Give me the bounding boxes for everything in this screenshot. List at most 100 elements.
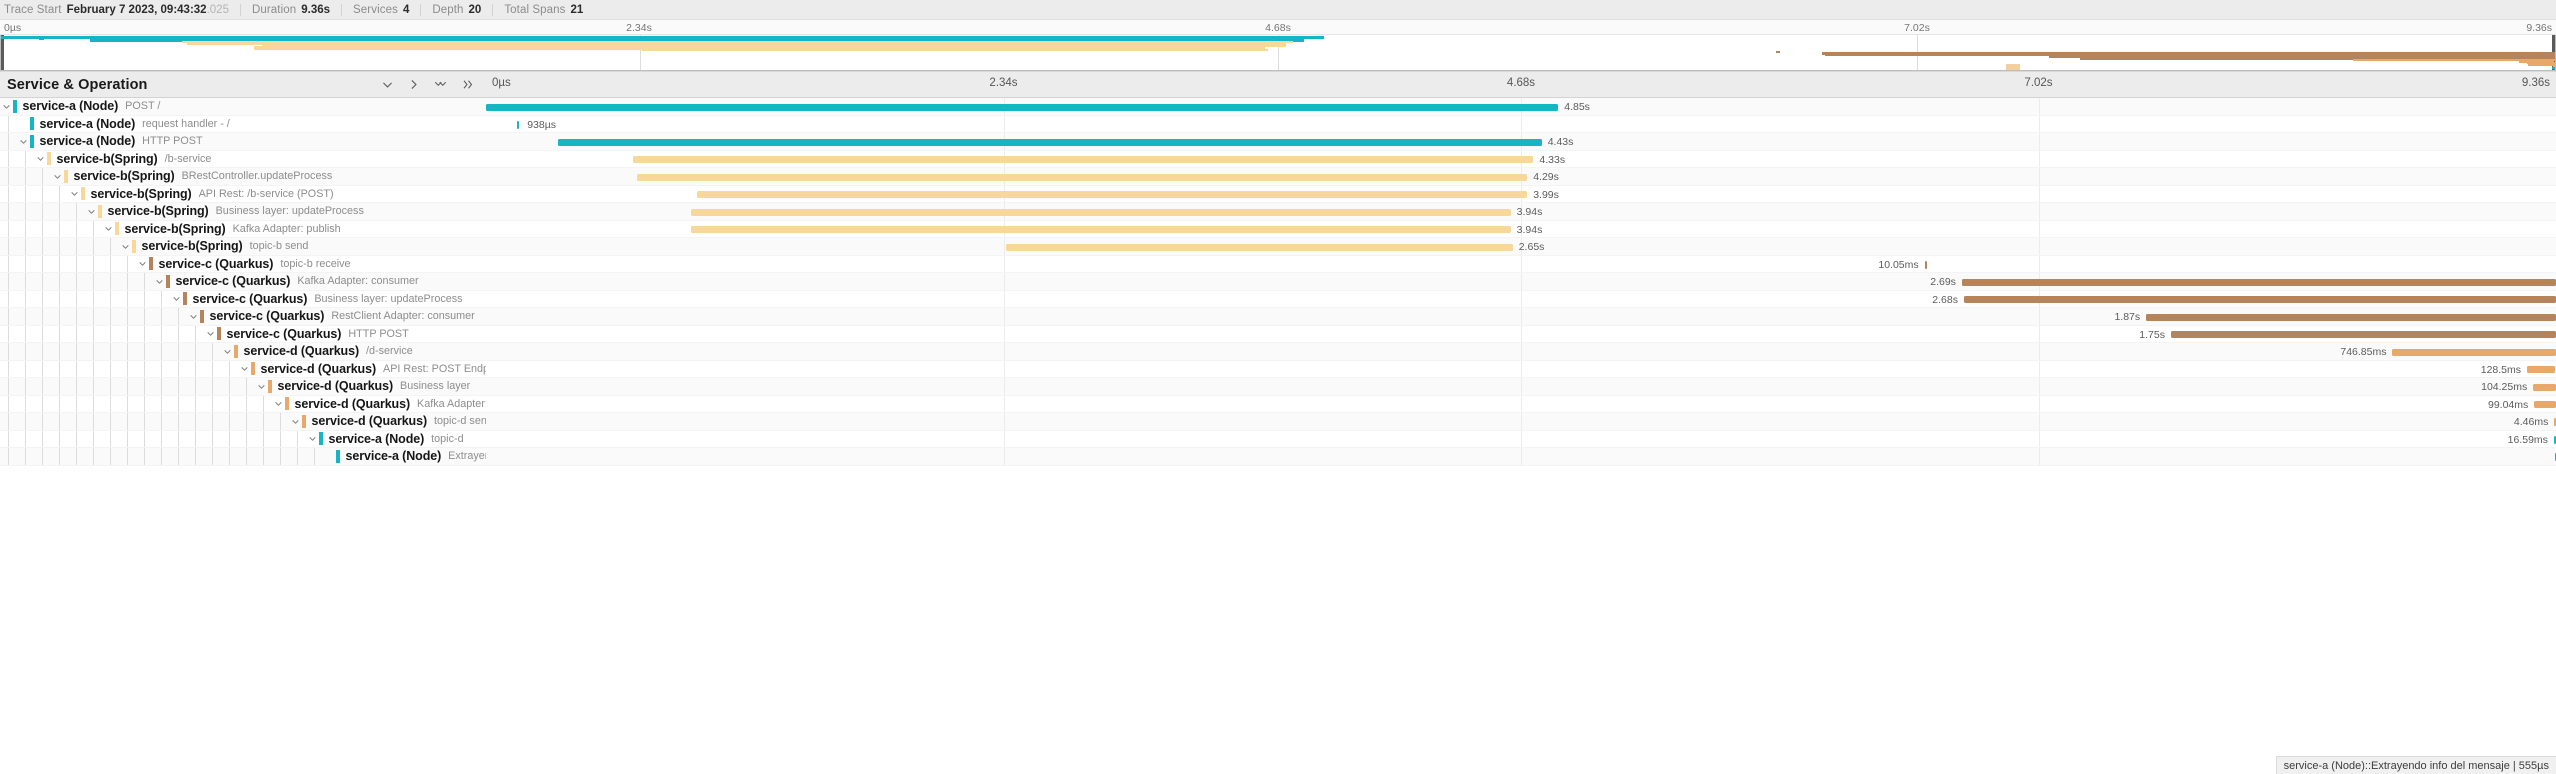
span-name-cell[interactable]: service-b(Spring) API Rest: /b-service (P… bbox=[0, 185, 486, 202]
span-row[interactable]: service-c (Quarkus) Kafka Adapter: consum… bbox=[0, 273, 2556, 291]
span-row[interactable]: service-d (Quarkus) topic-d send 4.46ms bbox=[0, 413, 2556, 431]
span-row[interactable]: service-b(Spring) Business layer: updateP… bbox=[0, 203, 2556, 221]
span-name-cell[interactable]: service-a (Node) Extrayendo info del mens… bbox=[0, 448, 486, 465]
span-name-cell[interactable]: service-a (Node) topic-d bbox=[0, 430, 486, 447]
span-name-cell[interactable]: service-c (Quarkus) Business layer: updat… bbox=[0, 290, 486, 307]
span-row[interactable]: service-a (Node) POST / 4.85s bbox=[0, 98, 2556, 116]
expand-collapse-caret-icon[interactable] bbox=[119, 242, 132, 251]
expand-collapse-caret-icon[interactable] bbox=[272, 399, 285, 408]
span-bar-cell[interactable]: 3.94s bbox=[486, 220, 2556, 237]
span-name-cell[interactable]: service-d (Quarkus) Business layer bbox=[0, 378, 486, 395]
span-duration-bar[interactable] bbox=[1963, 296, 2556, 303]
span-duration-bar[interactable] bbox=[632, 156, 1534, 163]
span-duration-bar[interactable] bbox=[690, 208, 1511, 216]
expand-collapse-caret-icon[interactable] bbox=[0, 102, 13, 111]
double-chevron-right-icon[interactable] bbox=[461, 78, 476, 91]
span-bar-cell[interactable]: 1.87s bbox=[486, 308, 2556, 325]
span-duration-bar[interactable] bbox=[2392, 348, 2556, 356]
span-row[interactable]: service-d (Quarkus) API Rest: POST Endpoi… bbox=[0, 360, 2556, 378]
span-name-cell[interactable]: service-a (Node) request handler - / bbox=[0, 115, 486, 132]
span-bar-cell[interactable]: 1.75s bbox=[486, 325, 2556, 342]
span-row[interactable]: service-a (Node) request handler - / 938µs bbox=[0, 115, 2556, 133]
expand-collapse-caret-icon[interactable] bbox=[34, 154, 47, 163]
chevron-right-icon[interactable] bbox=[407, 78, 420, 91]
span-duration-bar[interactable] bbox=[558, 138, 1542, 146]
span-row[interactable]: service-d (Quarkus) Kafka Adapter: publis… bbox=[0, 395, 2556, 413]
span-name-cell[interactable]: service-d (Quarkus) Kafka Adapter: publis… bbox=[0, 395, 486, 412]
expand-collapse-caret-icon[interactable] bbox=[306, 434, 319, 443]
span-duration-bar[interactable] bbox=[2534, 401, 2556, 408]
span-row[interactable]: service-c (Quarkus) topic-b receive 10.05m… bbox=[0, 255, 2556, 273]
minimap-drag-handle-left[interactable] bbox=[1, 35, 4, 70]
span-bar-cell[interactable]: 2.65s bbox=[486, 238, 2556, 255]
span-bar-cell[interactable]: 128.5ms bbox=[486, 360, 2556, 377]
span-row[interactable]: service-d (Quarkus) /d-service 746.85ms bbox=[0, 343, 2556, 361]
span-row[interactable]: service-b(Spring) topic-b send 2.65s bbox=[0, 238, 2556, 256]
span-name-cell[interactable]: service-c (Quarkus) Kafka Adapter: consum… bbox=[0, 273, 486, 290]
expand-collapse-caret-icon[interactable] bbox=[85, 207, 98, 216]
span-bar-cell[interactable]: 4.85s bbox=[486, 98, 2556, 115]
trace-minimap[interactable]: 0µs 2.34s 4.68s 7.02s 9.36s bbox=[0, 20, 2556, 72]
span-bar-cell[interactable]: 746.85ms bbox=[486, 343, 2556, 360]
chevron-down-icon[interactable] bbox=[381, 78, 394, 91]
span-name-cell[interactable]: service-d (Quarkus) /d-service bbox=[0, 343, 486, 360]
span-row[interactable]: service-d (Quarkus) Business layer 104.25m… bbox=[0, 378, 2556, 396]
span-bar-cell[interactable] bbox=[486, 448, 2556, 465]
span-duration-bar[interactable] bbox=[2533, 383, 2556, 391]
span-row[interactable]: service-a (Node) topic-d 16.59ms bbox=[0, 430, 2556, 448]
span-duration-bar[interactable] bbox=[697, 191, 1528, 198]
span-bar-cell[interactable]: 104.25ms bbox=[486, 378, 2556, 395]
span-bar-cell[interactable]: 938µs bbox=[486, 115, 2556, 132]
span-name-cell[interactable]: service-d (Quarkus) topic-d send bbox=[0, 413, 486, 430]
span-name-cell[interactable]: service-c (Quarkus) RestClient Adapter: c… bbox=[0, 308, 486, 325]
span-duration-bar[interactable] bbox=[486, 103, 1559, 111]
span-row[interactable]: service-c (Quarkus) Business layer: updat… bbox=[0, 290, 2556, 308]
span-bar-cell[interactable]: 2.68s bbox=[486, 290, 2556, 307]
expand-collapse-caret-icon[interactable] bbox=[153, 277, 166, 286]
expand-collapse-caret-icon[interactable] bbox=[255, 382, 268, 391]
minimap-canvas[interactable] bbox=[0, 35, 2556, 71]
expand-collapse-caret-icon[interactable] bbox=[68, 189, 81, 198]
span-duration-bar[interactable] bbox=[517, 120, 520, 129]
span-name-cell[interactable]: service-c (Quarkus) topic-b receive bbox=[0, 255, 486, 272]
expand-collapse-caret-icon[interactable] bbox=[221, 347, 234, 356]
span-name-cell[interactable]: service-c (Quarkus) HTTP POST bbox=[0, 325, 486, 342]
span-duration-bar[interactable] bbox=[637, 173, 1528, 181]
span-row[interactable]: service-b(Spring) /b-service 4.33s bbox=[0, 150, 2556, 168]
expand-collapse-caret-icon[interactable] bbox=[204, 329, 217, 338]
span-name-cell[interactable]: service-d (Quarkus) API Rest: POST Endpoi… bbox=[0, 360, 486, 377]
span-bar-cell[interactable]: 16.59ms bbox=[486, 430, 2556, 447]
span-duration-bar[interactable] bbox=[1005, 243, 1513, 251]
span-row[interactable]: service-b(Spring) BRestController.updateP… bbox=[0, 168, 2556, 186]
expand-collapse-caret-icon[interactable] bbox=[102, 224, 115, 233]
span-bar-cell[interactable]: 3.99s bbox=[486, 185, 2556, 202]
expand-collapse-caret-icon[interactable] bbox=[187, 312, 200, 321]
span-name-cell[interactable]: service-a (Node) HTTP POST bbox=[0, 133, 486, 150]
double-chevron-down-icon[interactable] bbox=[433, 78, 448, 91]
span-duration-bar[interactable] bbox=[2527, 366, 2555, 373]
span-bar-cell[interactable]: 4.46ms bbox=[486, 413, 2556, 430]
span-bar-cell[interactable]: 4.33s bbox=[486, 150, 2556, 167]
span-rows-container[interactable]: service-a (Node) POST /4.85s service-a (No… bbox=[0, 98, 2556, 466]
span-bar-cell[interactable]: 99.04ms bbox=[486, 395, 2556, 412]
span-row[interactable]: service-b(Spring) Kafka Adapter: publish 3… bbox=[0, 220, 2556, 238]
expand-collapse-caret-icon[interactable] bbox=[289, 417, 302, 426]
expand-collapse-caret-icon[interactable] bbox=[238, 364, 251, 373]
span-name-cell[interactable]: service-b(Spring) topic-b send bbox=[0, 238, 486, 255]
span-bar-cell[interactable]: 4.29s bbox=[486, 168, 2556, 185]
span-duration-bar[interactable] bbox=[2146, 313, 2556, 321]
span-duration-bar[interactable] bbox=[1924, 260, 1927, 269]
span-bar-cell[interactable]: 2.69s bbox=[486, 273, 2556, 290]
expand-collapse-caret-icon[interactable] bbox=[51, 172, 64, 181]
expand-collapse-caret-icon[interactable] bbox=[136, 259, 149, 268]
span-name-cell[interactable]: service-b(Spring) Business layer: updateP… bbox=[0, 203, 486, 220]
span-bar-cell[interactable]: 4.43s bbox=[486, 133, 2556, 150]
span-row[interactable]: service-a (Node) HTTP POST 4.43s bbox=[0, 133, 2556, 151]
span-name-cell[interactable]: service-a (Node) POST / bbox=[0, 98, 486, 115]
span-row[interactable]: service-a (Node) Extrayendo info del mens… bbox=[0, 448, 2556, 466]
expand-collapse-caret-icon[interactable] bbox=[17, 137, 30, 146]
span-bar-cell[interactable]: 3.94s bbox=[486, 203, 2556, 220]
minimap-scrub-marker[interactable] bbox=[2005, 64, 2020, 70]
span-row[interactable]: service-c (Quarkus) HTTP POST 1.75s bbox=[0, 325, 2556, 343]
span-row[interactable]: service-c (Quarkus) RestClient Adapter: c… bbox=[0, 308, 2556, 326]
